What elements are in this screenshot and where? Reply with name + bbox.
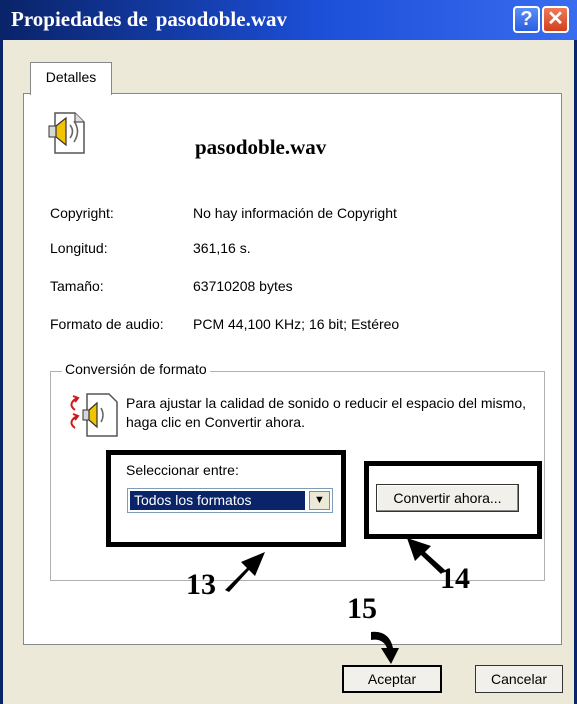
- callout-14: 14: [440, 562, 470, 595]
- arrow-15-icon: [371, 631, 399, 664]
- arrow-13-icon: [225, 552, 265, 592]
- annotation-arrows: [225, 538, 445, 664]
- properties-dialog: Propiedades de pasodoble.wav ? ✕ Detalles…: [0, 0, 577, 704]
- callout-15: 15: [347, 592, 377, 625]
- callout-13: 13: [186, 568, 216, 601]
